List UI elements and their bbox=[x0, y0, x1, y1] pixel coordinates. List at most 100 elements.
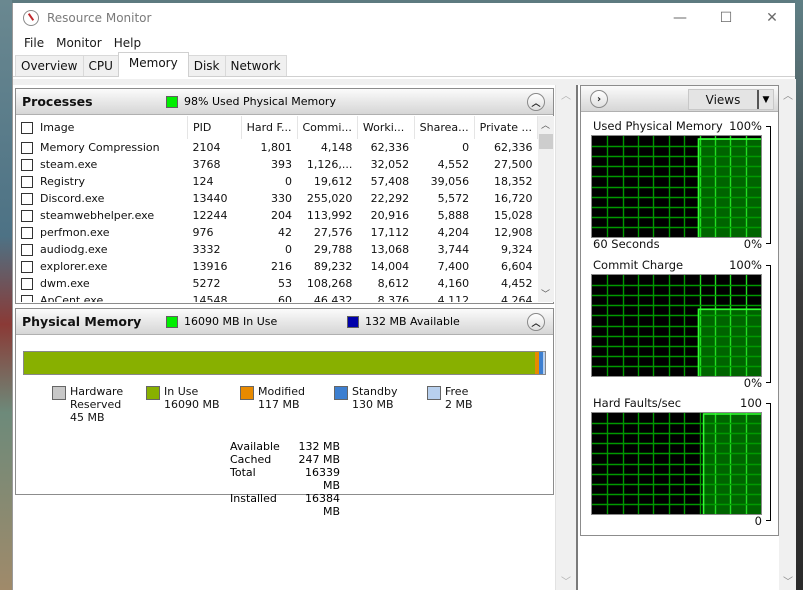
row-checkbox[interactable] bbox=[21, 210, 33, 222]
legend-item-in-use: In Use 16090 MB bbox=[146, 385, 220, 411]
column-header-image[interactable]: Image bbox=[16, 116, 189, 139]
cell-hard-faults: 204 bbox=[271, 209, 292, 222]
cell-pid: 976 bbox=[192, 226, 214, 239]
resource-monitor-window: Resource Monitor — ☐ ✕ File Monitor Help… bbox=[12, 3, 796, 590]
table-row[interactable]: steamwebhelper.exe 12244 204 113,992 20,916 5… bbox=[16, 207, 538, 224]
collapse-processes-button[interactable]: ︿ bbox=[527, 93, 545, 111]
cell-hard-faults: 1,801 bbox=[260, 141, 293, 154]
left-pane-scrollbar[interactable]: ︿ ﹀ bbox=[558, 85, 575, 590]
physical-memory-title: Physical Memory bbox=[22, 314, 142, 329]
graph-used-physical-memory: Used Physical Memory 100% 0% 60 Seconds bbox=[581, 116, 780, 251]
menu-help[interactable]: Help bbox=[108, 36, 147, 50]
row-checkbox[interactable] bbox=[21, 193, 33, 205]
cell-pid: 2104 bbox=[192, 141, 221, 154]
row-checkbox[interactable] bbox=[21, 261, 33, 273]
cell-commit: 29,788 bbox=[313, 243, 353, 256]
graph-fill-area bbox=[703, 413, 761, 514]
table-row[interactable]: dwm.exe 5272 53 108,268 8,612 4,160 4,452 bbox=[16, 275, 538, 292]
close-button[interactable]: ✕ bbox=[749, 3, 795, 33]
physical-memory-header[interactable]: Physical Memory 16090 MB In Use 132 MB A… bbox=[16, 309, 553, 335]
table-row[interactable]: ApCent.exe 14548 60 46,432 8,376 4,112 4,264 bbox=[16, 292, 538, 302]
stat-label: Cached bbox=[230, 453, 272, 466]
minimize-button[interactable]: — bbox=[657, 3, 703, 33]
row-checkbox[interactable] bbox=[21, 159, 33, 171]
desktop-background-right bbox=[795, 0, 803, 590]
table-header-row: Image PID Hard F... Commi... Worki... Sh… bbox=[16, 116, 538, 139]
column-header-private[interactable]: ﹀ Private ... bbox=[474, 116, 538, 139]
row-checkbox[interactable] bbox=[21, 244, 33, 256]
table-row[interactable]: explorer.exe 13916 216 89,232 14,004 7,400 6,6… bbox=[16, 258, 538, 275]
in-use-color-square bbox=[166, 315, 178, 328]
views-dropdown[interactable]: Views ▼ bbox=[688, 89, 774, 110]
scroll-up-arrow-icon[interactable]: ︿ bbox=[783, 87, 793, 102]
memory-segment-in-use bbox=[24, 352, 536, 374]
graph-title: Used Physical Memory bbox=[593, 119, 723, 133]
legend-text: Reserved bbox=[70, 398, 122, 411]
physical-memory-bar bbox=[23, 351, 546, 375]
table-row[interactable]: Memory Compression 2104 1,801 4,148 62,336 0 6… bbox=[16, 139, 538, 156]
scroll-up-arrow-icon[interactable]: ︿ bbox=[541, 118, 550, 131]
select-all-checkbox[interactable] bbox=[21, 122, 33, 134]
maximize-button[interactable]: ☐ bbox=[703, 3, 749, 33]
right-pane-scrollbar[interactable]: ︿ ﹀ bbox=[779, 85, 796, 590]
stat-value: 132 MB bbox=[298, 440, 340, 453]
tab-memory[interactable]: Memory bbox=[117, 52, 189, 77]
cell-shareable: 4,112 bbox=[437, 294, 470, 302]
cell-commit: 113,992 bbox=[306, 209, 353, 222]
column-header-working-set[interactable]: Worki... bbox=[357, 116, 415, 139]
column-header-pid[interactable]: PID bbox=[187, 116, 242, 139]
table-row[interactable]: perfmon.exe 976 42 27,576 17,112 4,204 12,908 bbox=[16, 224, 538, 241]
column-header-commit[interactable]: Commi... bbox=[297, 116, 358, 139]
scroll-down-arrow-icon[interactable]: ﹀ bbox=[783, 573, 793, 588]
cell-pid: 3768 bbox=[192, 158, 221, 171]
legend-text: 45 MB bbox=[70, 411, 105, 424]
collapse-physical-memory-button[interactable]: ︿ bbox=[527, 313, 545, 331]
cell-commit: 255,020 bbox=[306, 192, 353, 205]
tab-disk[interactable]: Disk bbox=[187, 55, 226, 76]
cell-working: 20,916 bbox=[370, 209, 410, 222]
scroll-up-arrow-icon[interactable]: ︿ bbox=[561, 87, 571, 102]
legend-text: 16090 MB bbox=[164, 398, 220, 411]
window-title: Resource Monitor bbox=[47, 11, 152, 25]
memory-segment-free bbox=[543, 352, 545, 374]
processes-scrollbar[interactable]: ︿ ﹀ bbox=[538, 116, 554, 302]
tab-network[interactable]: Network bbox=[224, 55, 287, 76]
graph-canvas bbox=[591, 412, 762, 515]
cell-working: 14,004 bbox=[370, 260, 410, 273]
cell-shareable: 7,400 bbox=[437, 260, 470, 273]
row-checkbox[interactable] bbox=[21, 142, 33, 154]
processes-header[interactable]: Processes 98% Used Physical Memory ︿ bbox=[16, 89, 553, 115]
row-checkbox[interactable] bbox=[21, 227, 33, 239]
title-bar: Resource Monitor — ☐ ✕ bbox=[13, 3, 795, 33]
menu-file[interactable]: File bbox=[18, 36, 50, 50]
table-row[interactable]: Registry 124 0 19,612 57,408 39,056 18,352 bbox=[16, 173, 538, 190]
scroll-down-arrow-icon[interactable]: ﹀ bbox=[561, 573, 571, 588]
graph-scale-bracket bbox=[766, 126, 771, 244]
expand-graphs-button[interactable]: › bbox=[590, 90, 608, 108]
cell-image: audiodg.exe bbox=[16, 241, 188, 258]
row-checkbox[interactable] bbox=[21, 278, 33, 290]
cell-working: 17,112 bbox=[370, 226, 410, 239]
menu-monitor[interactable]: Monitor bbox=[50, 36, 108, 50]
table-row[interactable]: audiodg.exe 3332 0 29,788 13,068 3,744 9,324 bbox=[16, 241, 538, 258]
cell-pid: 13440 bbox=[192, 192, 228, 205]
stat-value: 16384 MB bbox=[305, 492, 340, 518]
scroll-down-arrow-icon[interactable]: ﹀ bbox=[541, 287, 550, 300]
table-row[interactable]: steam.exe 3768 393 1,126,... 32,052 4,552 27,5… bbox=[16, 156, 538, 173]
table-row[interactable]: Discord.exe 13440 330 255,020 22,292 5,572 16,… bbox=[16, 190, 538, 207]
cell-hard-faults: 216 bbox=[271, 260, 292, 273]
column-header-hard-faults[interactable]: Hard F... bbox=[241, 116, 298, 139]
graph-canvas bbox=[591, 274, 762, 377]
tab-cpu[interactable]: CPU bbox=[82, 55, 119, 76]
graphs-panel: › Views ▼ Used Physical Memory 100% 0% 60 S… bbox=[580, 85, 779, 536]
scrollbar-thumb[interactable] bbox=[539, 134, 553, 149]
cell-pid: 14548 bbox=[192, 294, 228, 302]
legend-text: 2 MB bbox=[445, 398, 473, 411]
row-checkbox[interactable] bbox=[21, 176, 33, 188]
cell-hard-faults: 393 bbox=[271, 158, 292, 171]
legend-item-hardware: Hardware Reserved 45 MB bbox=[52, 385, 123, 424]
column-header-shareable[interactable]: Sharea... bbox=[414, 116, 475, 139]
tab-overview[interactable]: Overview bbox=[15, 55, 84, 76]
row-checkbox[interactable] bbox=[21, 295, 33, 302]
cell-private: 9,324 bbox=[501, 243, 533, 256]
